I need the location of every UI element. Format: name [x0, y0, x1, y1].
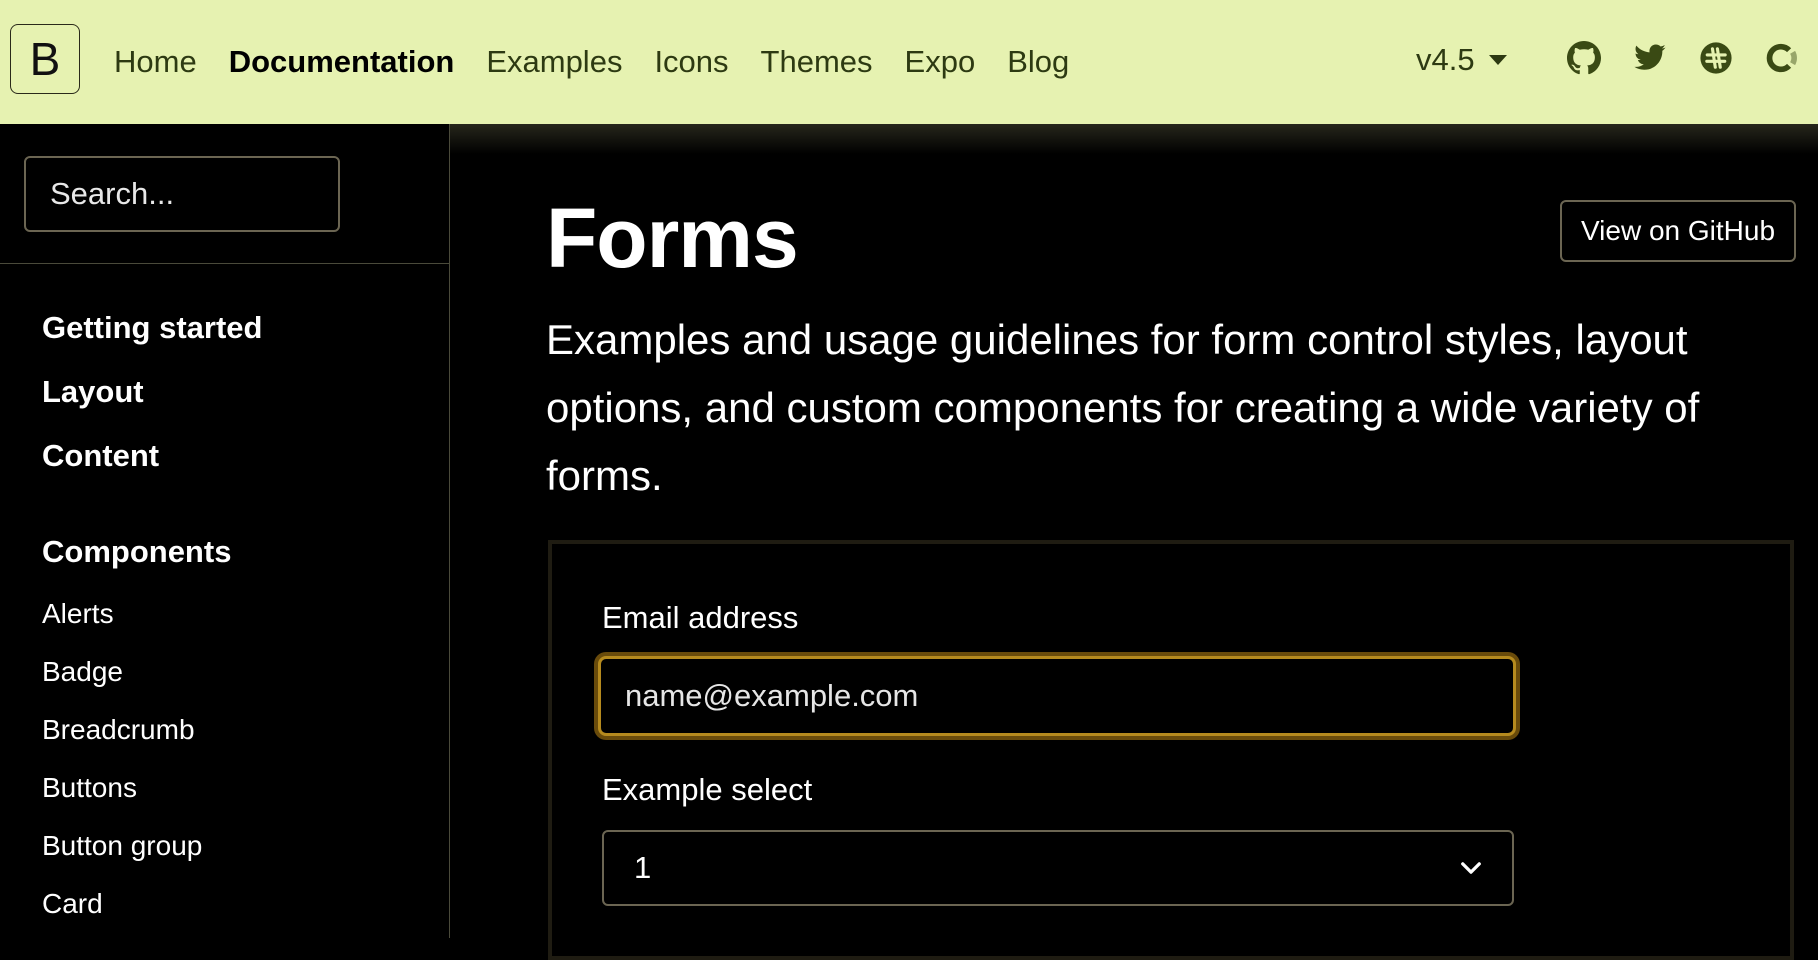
chevron-down-icon	[1461, 862, 1481, 874]
sidebar-group-content[interactable]: Content	[42, 438, 159, 474]
sidebar-item-card[interactable]: Card	[42, 888, 103, 920]
sidebar-group-layout[interactable]: Layout	[42, 374, 144, 410]
view-on-github-button[interactable]: View on GitHub	[1560, 200, 1796, 262]
main-nav: Home Documentation Examples Icons Themes…	[114, 44, 1101, 80]
example-select[interactable]: 1	[602, 830, 1514, 906]
social-links	[1566, 40, 1800, 76]
nav-link-home[interactable]: Home	[114, 44, 197, 80]
docs-sidebar: Getting started Layout Content Component…	[0, 124, 450, 938]
email-label: Email address	[602, 600, 799, 635]
nav-link-themes[interactable]: Themes	[761, 44, 873, 80]
search-input[interactable]	[24, 156, 340, 232]
email-field[interactable]	[598, 656, 1516, 736]
nav-link-expo[interactable]: Expo	[905, 44, 976, 80]
nav-link-documentation[interactable]: Documentation	[229, 44, 455, 80]
navbar-shadow	[450, 124, 1818, 154]
caret-down-icon	[1488, 55, 1507, 65]
page-title: Forms	[546, 191, 799, 285]
sidebar-item-alerts[interactable]: Alerts	[42, 598, 114, 630]
slack-icon[interactable]	[1698, 40, 1734, 76]
version-label: v4.5	[1416, 42, 1475, 77]
sidebar-group-components[interactable]: Components	[42, 534, 231, 570]
sidebar-group-getting-started[interactable]: Getting started	[42, 310, 262, 346]
sidebar-item-breadcrumb[interactable]: Breadcrumb	[42, 714, 195, 746]
top-navbar: B Home Documentation Examples Icons Them…	[0, 0, 1818, 124]
sidebar-item-badge[interactable]: Badge	[42, 656, 123, 688]
nav-link-blog[interactable]: Blog	[1007, 44, 1069, 80]
sidebar-search-area	[0, 124, 449, 264]
twitter-icon[interactable]	[1632, 40, 1668, 76]
page-lead: Examples and usage guidelines for form c…	[546, 316, 1700, 499]
sidebar-item-button-group[interactable]: Button group	[42, 830, 202, 862]
nav-link-examples[interactable]: Examples	[486, 44, 622, 80]
select-label: Example select	[602, 772, 813, 807]
version-dropdown[interactable]: v4.5	[1416, 42, 1507, 78]
select-value: 1	[634, 850, 652, 885]
brand-logo[interactable]: B	[10, 24, 80, 94]
opencollective-icon[interactable]	[1764, 40, 1800, 76]
nav-link-icons[interactable]: Icons	[654, 44, 728, 80]
sidebar-item-buttons[interactable]: Buttons	[42, 772, 137, 804]
github-icon[interactable]	[1566, 40, 1602, 76]
